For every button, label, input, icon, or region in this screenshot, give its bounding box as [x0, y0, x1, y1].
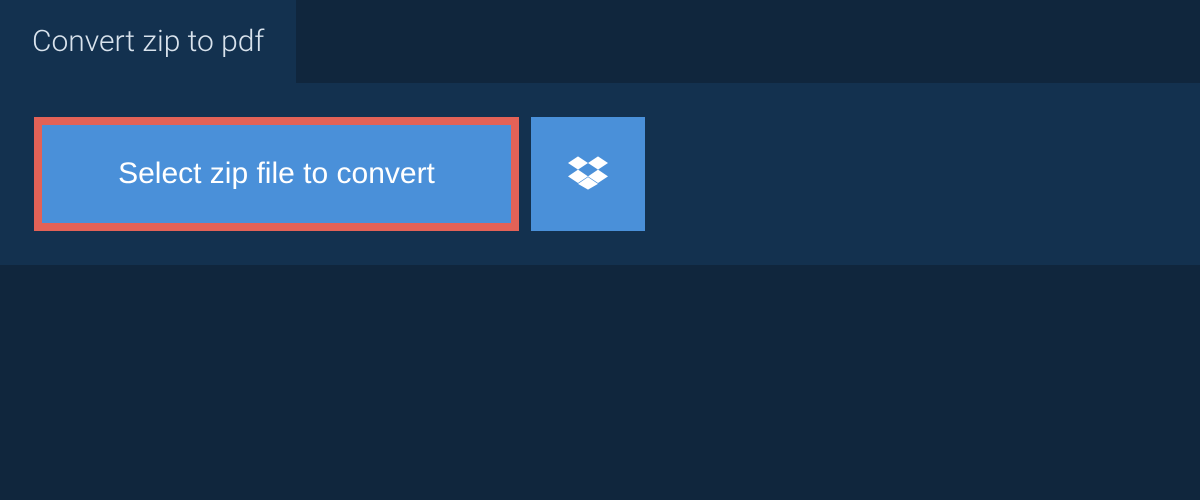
- upload-panel: Select zip file to convert: [0, 83, 1200, 265]
- button-row: Select zip file to convert: [34, 117, 1166, 231]
- tab-convert[interactable]: Convert zip to pdf: [0, 0, 296, 83]
- dropbox-button[interactable]: [531, 117, 645, 231]
- dropbox-icon: [568, 153, 608, 196]
- select-file-label: Select zip file to convert: [118, 157, 435, 191]
- select-file-button[interactable]: Select zip file to convert: [34, 117, 519, 231]
- tab-title: Convert zip to pdf: [32, 24, 264, 59]
